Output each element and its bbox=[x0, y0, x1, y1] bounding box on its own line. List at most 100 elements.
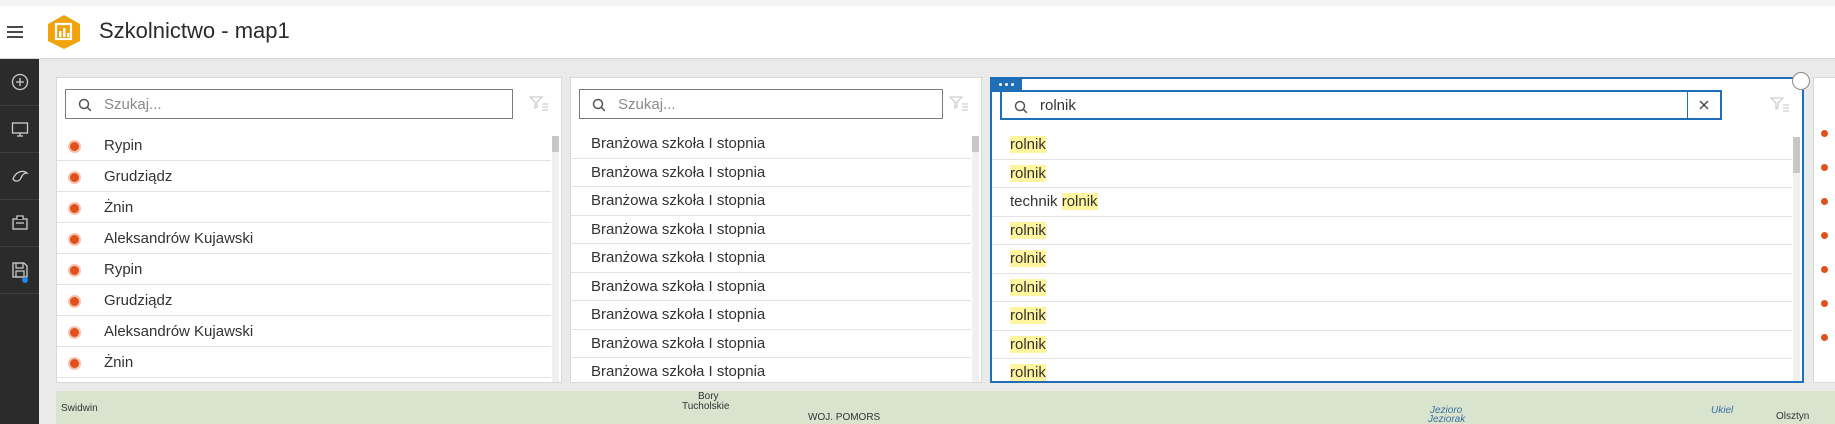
list-item-label: Grudziądz bbox=[104, 292, 173, 309]
search-match-highlight: rolnik bbox=[1061, 193, 1098, 210]
scrollbar[interactable] bbox=[972, 136, 979, 382]
list-item[interactable]: rolnik bbox=[992, 245, 1792, 274]
scrollbar-thumb[interactable] bbox=[1793, 137, 1800, 173]
map-view[interactable]: Swidwin Bory Tucholskie WOJ. POMORS Jezi… bbox=[56, 391, 1835, 424]
marker-icon bbox=[1821, 130, 1828, 137]
list-item-label: Branżowa szkoła I stopnia bbox=[591, 192, 766, 209]
category-selector-city: Rypin Grudziądz Żnin Aleksandrów Kujawski Ry… bbox=[56, 77, 562, 383]
list-item-label: rolnik bbox=[1010, 331, 1046, 359]
close-icon bbox=[1699, 100, 1709, 110]
list-item-label: Branżowa szkoła I stopnia bbox=[591, 220, 766, 238]
list-item[interactable]: Branżowa szkoła I stopnia bbox=[571, 130, 971, 159]
list-item[interactable]: Branżowa szkoła I stopnia bbox=[571, 159, 971, 187]
list-item[interactable]: rolnik bbox=[992, 331, 1792, 359]
list-item[interactable]: rolnik bbox=[992, 274, 1792, 302]
marker-icon bbox=[70, 235, 79, 244]
list-item-label: Rypin bbox=[104, 261, 143, 278]
filter-icon[interactable] bbox=[949, 95, 969, 111]
list-item[interactable]: rolnik bbox=[992, 217, 1792, 245]
category-selector-profession: rolnikrolniktechnik rolnikrolnikrolnikro… bbox=[990, 77, 1804, 383]
marker-icon bbox=[70, 297, 79, 306]
list-item-label: Żnin bbox=[104, 199, 134, 216]
list-item[interactable]: Grudziądz bbox=[57, 285, 551, 316]
page-title: Szkolnictwo - map1 bbox=[99, 18, 290, 43]
list-item[interactable]: Aleksandrów Kujawski bbox=[57, 316, 551, 347]
list-item[interactable]: rolnik bbox=[992, 359, 1792, 381]
scrollbar-thumb[interactable] bbox=[972, 136, 979, 152]
list-item[interactable]: Żnin bbox=[57, 192, 551, 223]
list-item[interactable]: Branżowa szkoła I stopnia bbox=[571, 330, 971, 358]
app-header: Szkolnictwo - map1 bbox=[0, 6, 1835, 59]
search-box[interactable] bbox=[65, 89, 513, 119]
list: rolnik rolnik technik rolnik rolnik rolnik ro… bbox=[992, 131, 1792, 381]
search-match-highlight: rolnik bbox=[1010, 278, 1046, 296]
dashboard-logo-icon bbox=[48, 15, 80, 49]
search-match-highlight: rolnik bbox=[1010, 364, 1046, 381]
list-item[interactable]: Branżowa szkoła I stopnia bbox=[571, 216, 971, 244]
filter-icon[interactable] bbox=[1770, 96, 1790, 112]
search-input[interactable] bbox=[1040, 92, 1680, 118]
scrollbar-thumb[interactable] bbox=[552, 136, 559, 152]
list-item[interactable]: Branżowa szkoła I stopnia bbox=[571, 301, 971, 330]
list: Branżowa szkoła I stopnia Branżowa szkoła… bbox=[571, 130, 971, 382]
scrollbar[interactable] bbox=[552, 136, 559, 382]
list-item[interactable]: Żnin bbox=[57, 347, 551, 378]
list-item-label: Branżowa szkoła I stopnia bbox=[591, 334, 766, 352]
sidebar bbox=[0, 59, 39, 424]
layout-button[interactable] bbox=[0, 106, 39, 153]
list-item-label: rolnik bbox=[1010, 131, 1046, 159]
search-box[interactable] bbox=[579, 89, 943, 119]
list-item-label: rolnik bbox=[1010, 359, 1046, 381]
add-element-button[interactable] bbox=[0, 59, 39, 106]
share-button[interactable] bbox=[0, 200, 39, 247]
theme-button[interactable] bbox=[0, 153, 39, 200]
search-icon bbox=[78, 98, 92, 112]
marker-icon bbox=[1821, 300, 1828, 307]
list-item[interactable]: rolnik bbox=[992, 131, 1792, 160]
list-item[interactable]: rolnik bbox=[992, 160, 1792, 188]
list-item-label: rolnik bbox=[1010, 302, 1046, 330]
list-item-label: Branżowa szkoła I stopnia bbox=[591, 135, 766, 152]
marker-icon bbox=[1821, 164, 1828, 171]
add-icon bbox=[11, 73, 28, 91]
list-item[interactable]: Branżowa szkoła I stopnia bbox=[571, 187, 971, 216]
list-item-label: rolnik bbox=[1010, 245, 1046, 273]
save-button[interactable] bbox=[0, 247, 39, 294]
list-item[interactable]: rolnik bbox=[992, 302, 1792, 331]
map-label: Tucholskie bbox=[682, 401, 730, 412]
maximize-icon[interactable] bbox=[1792, 72, 1810, 90]
marker-icon bbox=[1821, 232, 1828, 239]
list-item-label: Branżowa szkoła I stopnia bbox=[591, 306, 766, 323]
list-item-label: rolnik bbox=[1010, 274, 1046, 302]
hamburger-menu-icon[interactable] bbox=[6, 23, 24, 41]
marker-icon bbox=[70, 266, 79, 275]
list-item[interactable]: Rypin bbox=[57, 130, 551, 161]
list-item-prefix: technik bbox=[1010, 193, 1062, 210]
search-match-highlight: rolnik bbox=[1010, 164, 1046, 182]
search-box[interactable] bbox=[1000, 90, 1722, 120]
clear-search-button[interactable] bbox=[1687, 92, 1720, 118]
search-input[interactable] bbox=[618, 90, 918, 118]
list-item[interactable]: Branżowa szkoła I stopnia bbox=[571, 244, 971, 273]
list-item-label: Aleksandrów Kujawski bbox=[104, 323, 254, 340]
search-match-highlight: rolnik bbox=[1010, 335, 1046, 353]
marker-icon bbox=[70, 328, 79, 337]
map-label: Swidwin bbox=[61, 403, 98, 414]
search-match-highlight: rolnik bbox=[1010, 307, 1046, 324]
list-item[interactable]: Aleksandrów Kujawski bbox=[57, 223, 551, 254]
search-match-highlight: rolnik bbox=[1010, 221, 1046, 239]
search-input[interactable] bbox=[104, 90, 484, 118]
list-item[interactable]: Branżowa szkoła I stopnia bbox=[571, 358, 971, 382]
filter-icon[interactable] bbox=[529, 95, 549, 111]
category-selector-school-type: Branżowa szkoła I stopnia Branżowa szkoła… bbox=[570, 77, 982, 383]
scrollbar[interactable] bbox=[1793, 137, 1800, 381]
list-item[interactable]: Branżowa szkoła I stopnia bbox=[571, 273, 971, 301]
list-item[interactable]: Grudziądz bbox=[57, 161, 551, 192]
list-item[interactable]: Rypin bbox=[57, 254, 551, 285]
marker-icon bbox=[70, 204, 79, 213]
unsaved-indicator bbox=[22, 277, 28, 283]
list-item-label: Branżowa szkoła I stopnia bbox=[591, 249, 766, 266]
display-icon bbox=[11, 122, 28, 137]
list-item[interactable]: technik rolnik bbox=[992, 188, 1792, 217]
list-item-label: Rypin bbox=[104, 137, 143, 154]
